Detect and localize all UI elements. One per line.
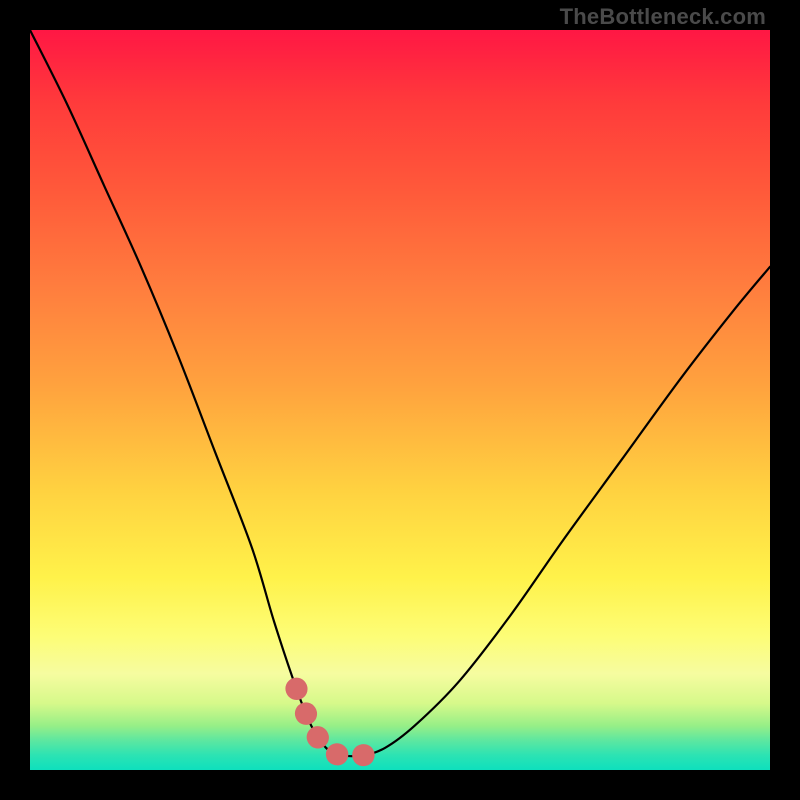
chart-frame: TheBottleneck.com	[0, 0, 800, 800]
bottleneck-curve	[30, 30, 770, 770]
plot-area	[30, 30, 770, 770]
watermark-text: TheBottleneck.com	[560, 4, 766, 30]
highlight-dots	[296, 689, 385, 757]
curve-path	[30, 30, 770, 756]
